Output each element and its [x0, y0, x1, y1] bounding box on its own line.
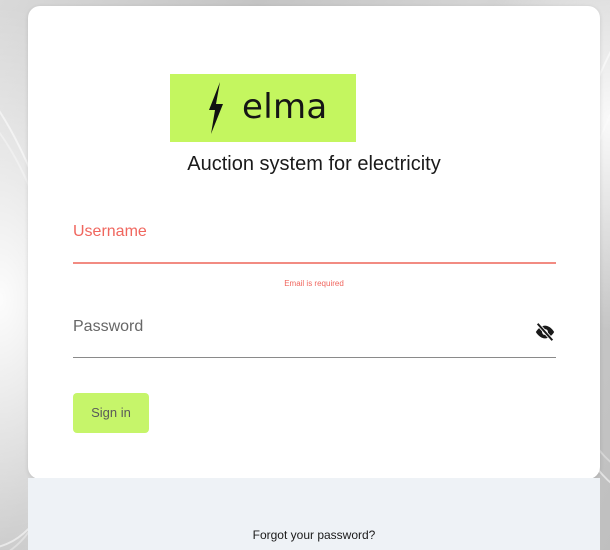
- password-field[interactable]: Password: [73, 311, 560, 359]
- app-subtitle: Auction system for electricity: [187, 153, 441, 175]
- username-input[interactable]: [73, 216, 560, 264]
- logo-text: elma: [242, 87, 328, 127]
- footer: Forgot your password?: [28, 478, 600, 550]
- lightning-bolt-icon: [209, 82, 223, 134]
- eye-off-icon[interactable]: [534, 321, 556, 343]
- sign-in-button[interactable]: Sign in: [73, 393, 149, 433]
- elma-logo: elma: [170, 74, 356, 142]
- username-error-message: Email is required: [284, 279, 344, 288]
- forgot-password-link[interactable]: Forgot your password?: [28, 527, 600, 543]
- password-input[interactable]: [73, 311, 560, 359]
- login-card: elma Auction system for electricity User…: [28, 6, 600, 479]
- username-field[interactable]: Username: [73, 216, 560, 264]
